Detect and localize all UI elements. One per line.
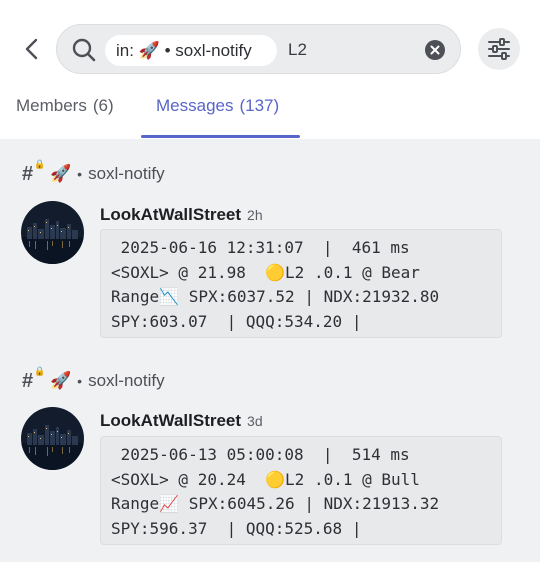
tab-messages-label: Messages bbox=[156, 96, 234, 115]
channel-line[interactable]: # 🔒 🚀 • soxl-notify bbox=[22, 158, 165, 186]
code-line: <SOXL> @ 21.98 🟡L2 .0.1 @ Bear bbox=[111, 262, 420, 282]
search-scope-chip[interactable]: in: 🚀 • soxl-notify bbox=[105, 35, 277, 66]
message-code-block: 2025-06-13 05:00:08 | 514 ms <SOXL> @ 20.… bbox=[100, 436, 502, 545]
locked-channel-icon: # 🔒 bbox=[22, 365, 46, 392]
channel-name: soxl-notify bbox=[88, 371, 165, 390]
search-icon bbox=[71, 37, 97, 63]
tab-messages-count: (137) bbox=[239, 96, 280, 115]
locked-channel-icon: # 🔒 bbox=[22, 158, 46, 185]
message-timestamp: 2h bbox=[247, 207, 263, 223]
avatar[interactable] bbox=[21, 201, 84, 264]
channel-line[interactable]: # 🔒 🚀 • soxl-notify bbox=[22, 365, 165, 393]
code-line: Range📉 SPX:6037.52 | NDX:21932.80 bbox=[111, 287, 440, 307]
channel-separator: • bbox=[77, 166, 83, 182]
clear-search-icon[interactable] bbox=[425, 40, 445, 60]
search-bar[interactable]: in: 🚀 • soxl-notify L2 bbox=[56, 24, 461, 74]
back-arrow-icon[interactable] bbox=[18, 35, 46, 63]
channel-emoji: 🚀 bbox=[50, 164, 72, 183]
channel-name: soxl-notify bbox=[88, 164, 165, 183]
avatar[interactable] bbox=[21, 407, 84, 470]
code-line: SPY:603.07 | QQQ:534.20 | bbox=[111, 312, 362, 332]
author-name: LookAtWallStreet bbox=[100, 205, 242, 224]
tab-members[interactable]: Members (6) bbox=[16, 96, 114, 116]
channel-separator: • bbox=[77, 373, 83, 389]
filter-settings-icon[interactable] bbox=[478, 28, 520, 70]
code-line: SPY:596.37 | QQQ:525.68 | bbox=[111, 519, 362, 539]
message-timestamp: 3d bbox=[247, 413, 263, 429]
code-line: <SOXL> @ 20.24 🟡L2 .0.1 @ Bull bbox=[111, 469, 420, 489]
message-code-block: 2025-06-16 12:31:07 | 461 ms <SOXL> @ 21.… bbox=[100, 229, 502, 338]
channel-emoji: 🚀 bbox=[50, 371, 72, 390]
search-query-text[interactable]: L2 bbox=[288, 25, 307, 75]
code-line: 2025-06-13 05:00:08 | 514 ms bbox=[111, 445, 410, 464]
tab-messages[interactable]: Messages (137) bbox=[156, 96, 279, 116]
active-tab-indicator bbox=[141, 135, 300, 138]
tab-members-count: (6) bbox=[92, 96, 114, 115]
author-name: LookAtWallStreet bbox=[100, 411, 242, 430]
message-author[interactable]: LookAtWallStreet 2h bbox=[100, 205, 263, 225]
code-line: 2025-06-16 12:31:07 | 461 ms bbox=[111, 238, 410, 257]
code-line: Range📈 SPX:6045.26 | NDX:21913.32 bbox=[111, 494, 440, 514]
message-author[interactable]: LookAtWallStreet 3d bbox=[100, 411, 263, 431]
tab-members-label: Members bbox=[16, 96, 87, 115]
search-header: in: 🚀 • soxl-notify L2 Members (6) Messag… bbox=[0, 0, 540, 139]
